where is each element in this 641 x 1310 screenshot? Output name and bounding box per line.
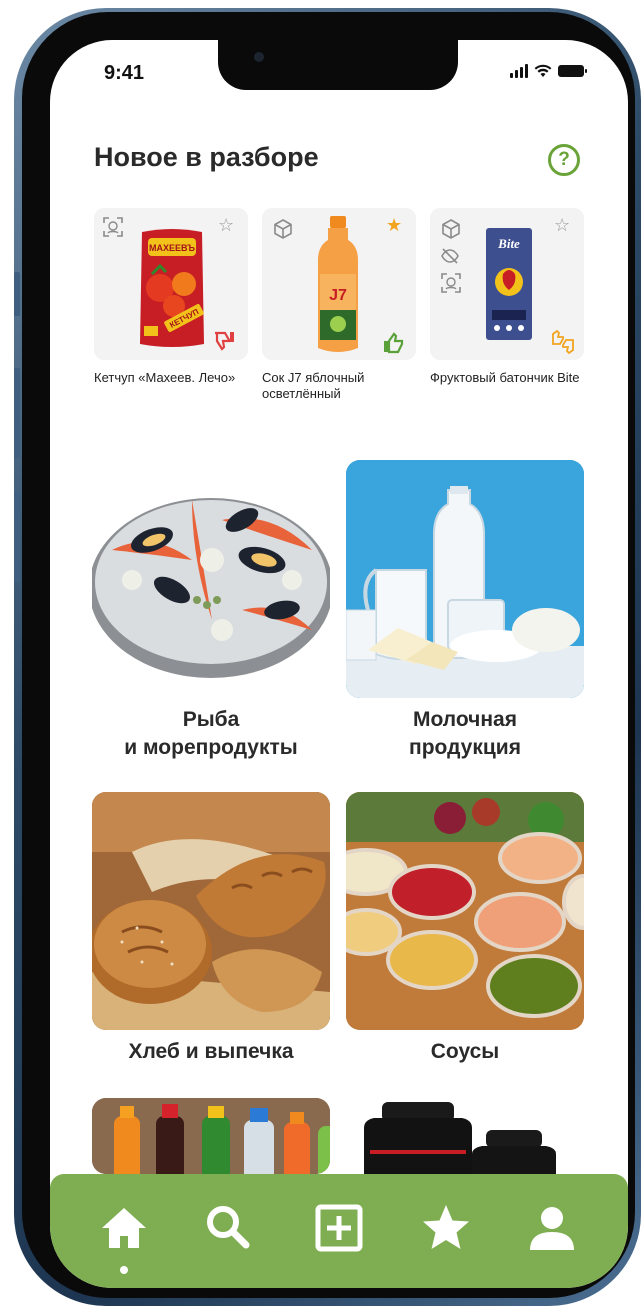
category-label: Молочная продукция	[346, 706, 584, 762]
category-image	[346, 460, 584, 698]
status-icons	[510, 64, 587, 78]
app-screen: 9:41 Новое в разборе ? ☆ МАХЕЕВЪ КЕТЧУП …	[50, 40, 628, 1288]
status-time: 9:41	[104, 62, 145, 84]
drinks-image	[92, 1098, 330, 1174]
cube-3d-icon	[274, 219, 292, 239]
sports-nutrition-image	[364, 1102, 556, 1174]
home-icon	[102, 1208, 146, 1248]
notch	[218, 40, 458, 90]
favorite-star-icon[interactable]: ★	[386, 216, 402, 234]
like-icon	[384, 332, 404, 354]
product-name: Кетчуп «Махеев. Лечо»	[94, 370, 236, 385]
package-brand: J7	[329, 287, 347, 304]
category-label-line2: продукция	[409, 736, 521, 759]
favorite-star-icon[interactable]: ☆	[218, 216, 234, 234]
category-label: Соусы	[346, 1038, 584, 1066]
mute-switch	[14, 272, 20, 316]
category-image	[92, 460, 330, 698]
product-name: Фруктовый батончик Bite	[430, 370, 580, 385]
package-brand: МАХЕЕВЪ	[149, 243, 195, 253]
product-thumb: ★ J7	[262, 208, 416, 360]
add-box-icon	[315, 1204, 363, 1252]
category-image	[92, 792, 330, 1030]
category-label-line1: Молочная	[413, 708, 517, 731]
nav-profile[interactable]	[524, 1200, 580, 1256]
nav-add[interactable]	[311, 1200, 367, 1256]
cube-3d-icon	[442, 219, 460, 239]
wifi-icon	[534, 64, 552, 77]
product-card-ketchup[interactable]: ☆ МАХЕЕВЪ КЕТЧУП Кетчуп «Махеев. Лечо»	[94, 208, 248, 386]
category-label: Хлеб и выпечка	[92, 1038, 330, 1066]
bread-image	[92, 792, 330, 1030]
product-thumb: ☆ МАХЕЕВЪ КЕТЧУП	[94, 208, 248, 360]
category-label-line2: и морепродукты	[124, 736, 298, 759]
category-label-line1: Соусы	[430, 1040, 500, 1063]
user-icon	[530, 1207, 574, 1250]
category-card-bread[interactable]: Хлеб и выпечка	[92, 792, 330, 1066]
no-eye-icon	[441, 248, 459, 264]
nav-search[interactable]	[200, 1200, 256, 1256]
nav-favorites[interactable]	[418, 1200, 474, 1256]
product-thumb: ☆ Bite	[430, 208, 584, 360]
juice-bottle-image: J7	[318, 216, 358, 352]
dislike-icon	[215, 331, 234, 351]
package-brand: Bite	[497, 236, 520, 251]
category-image	[92, 1098, 330, 1174]
scan-face-icon	[441, 273, 461, 293]
category-label-line1: Рыба	[182, 708, 240, 731]
help-button[interactable]: ?	[548, 144, 580, 176]
scan-face-icon	[103, 217, 123, 237]
product-card-bar[interactable]: ☆ Bite Фруктовый батончик Bite	[430, 208, 584, 386]
category-card-sauces[interactable]: Соусы	[346, 792, 584, 1066]
bite-bar-image: Bite	[486, 228, 532, 340]
search-icon	[207, 1206, 250, 1249]
favorite-star-icon[interactable]: ☆	[554, 216, 570, 234]
category-card-dairy[interactable]: Молочная продукция	[346, 460, 584, 762]
category-card-drinks[interactable]	[92, 1098, 330, 1174]
product-name: Сок J7 яблочный осветлённый	[262, 370, 365, 401]
dairy-image	[346, 460, 584, 698]
nav-active-indicator	[120, 1266, 128, 1274]
category-card-seafood[interactable]: Рыба и морепродукты	[92, 460, 330, 762]
sauces-image	[346, 792, 584, 1030]
neutral-rating-icon	[552, 330, 574, 354]
bottom-nav	[50, 1174, 628, 1288]
volume-down-button	[14, 492, 20, 582]
category-card-sports-nutrition[interactable]	[346, 1098, 584, 1174]
category-label: Рыба и морепродукты	[92, 706, 330, 762]
ketchup-package-image: МАХЕЕВЪ КЕТЧУП	[140, 229, 204, 347]
seafood-image	[92, 498, 330, 678]
category-image	[346, 1098, 584, 1174]
category-image	[346, 792, 584, 1030]
category-label-line1: Хлеб и выпечка	[128, 1040, 294, 1063]
section-title: Новое в разборе	[94, 142, 319, 172]
battery-icon	[558, 65, 587, 77]
camera-icon	[254, 52, 264, 62]
signal-icon	[510, 64, 528, 78]
volume-up-button	[14, 368, 20, 458]
star-icon	[423, 1205, 469, 1249]
nav-home[interactable]	[96, 1200, 152, 1256]
product-card-juice[interactable]: ★ J7 Сок J7 яблочный осветлённый	[262, 208, 416, 402]
